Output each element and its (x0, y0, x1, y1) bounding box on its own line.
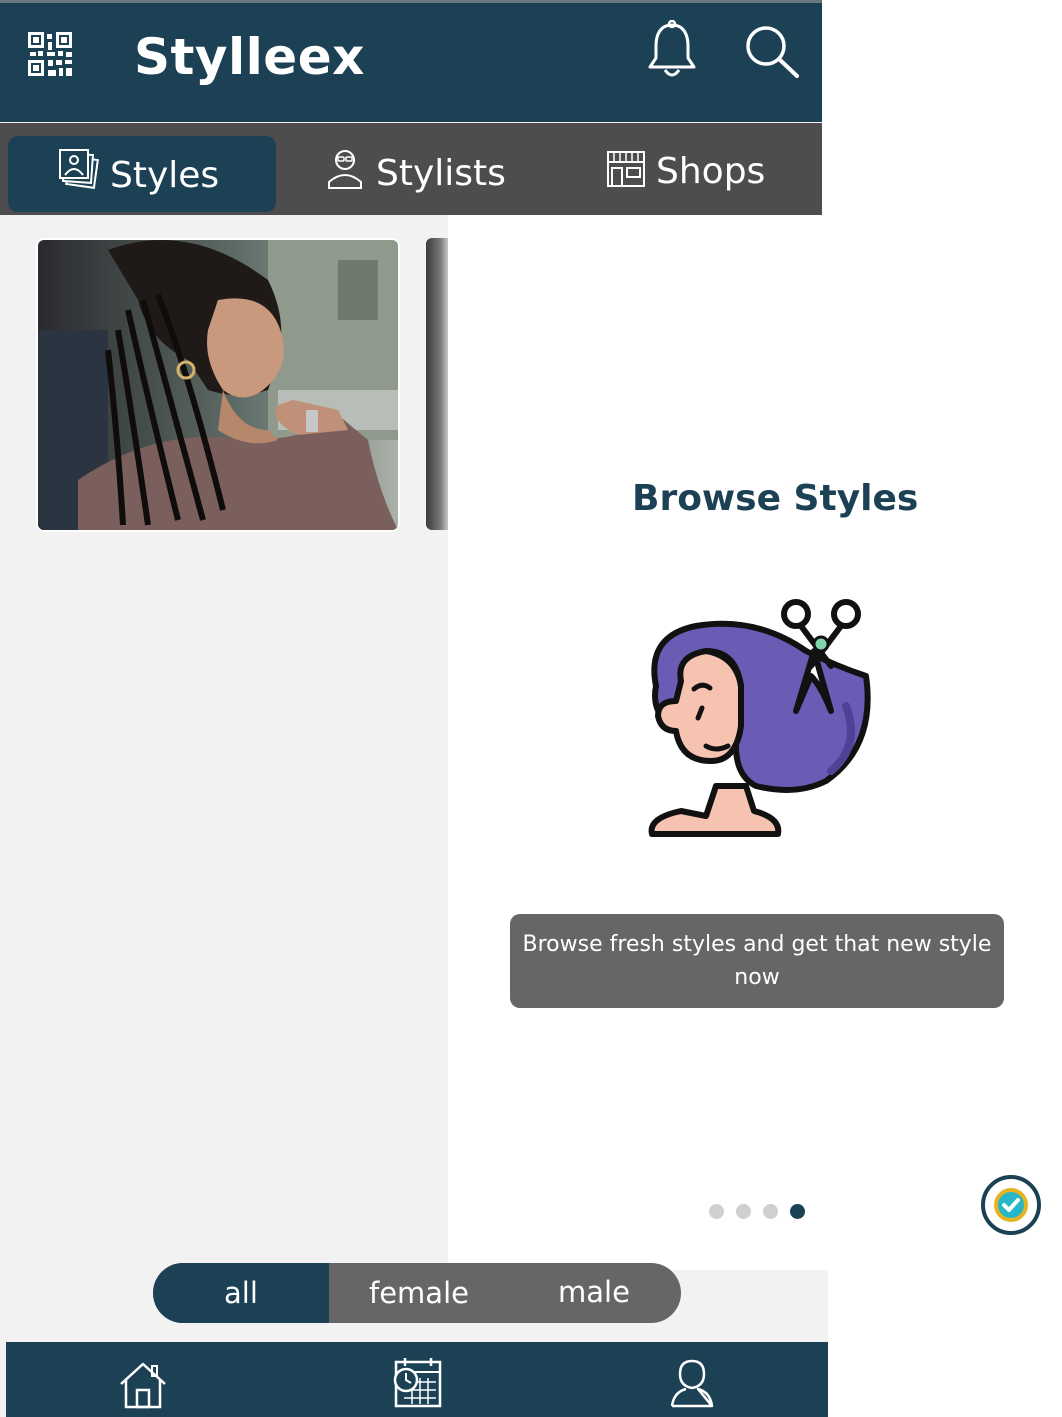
pager-dot[interactable] (709, 1204, 724, 1219)
home-icon[interactable] (118, 1360, 168, 1410)
style-photo-card[interactable] (36, 238, 400, 532)
pager-dot[interactable] (736, 1204, 751, 1219)
app-header (0, 0, 822, 122)
gender-filter-male[interactable]: male (558, 1275, 630, 1309)
photo-stack-icon (58, 148, 100, 190)
storefront-icon[interactable] (606, 150, 646, 188)
tab-shops-label[interactable]: Shops (656, 151, 765, 192)
gender-filter-female[interactable]: female (369, 1276, 469, 1310)
qr-code-icon[interactable] (28, 32, 72, 76)
calendar-clock-icon[interactable] (390, 1356, 444, 1410)
onboarding-title: Browse Styles (632, 478, 919, 519)
stylist-person-icon[interactable] (326, 148, 364, 190)
tab-styles-label: Styles (110, 155, 220, 196)
gender-filter-all-label[interactable]: all (224, 1276, 258, 1310)
search-icon[interactable] (744, 24, 800, 78)
check-badge-icon[interactable] (980, 1174, 1042, 1236)
tab-stylists-label[interactable]: Stylists (376, 153, 506, 194)
style-photo-card-partial[interactable] (426, 238, 450, 530)
woman-with-scissors-hair-icon (636, 596, 876, 840)
pager-dot-active[interactable] (790, 1204, 805, 1219)
onboarding-description: Browse fresh styles and get that new sty… (522, 932, 992, 990)
app-title: Stylleex (134, 28, 365, 86)
profile-icon[interactable] (670, 1358, 714, 1408)
bell-icon[interactable] (646, 20, 698, 82)
pager-dot[interactable] (763, 1204, 778, 1219)
